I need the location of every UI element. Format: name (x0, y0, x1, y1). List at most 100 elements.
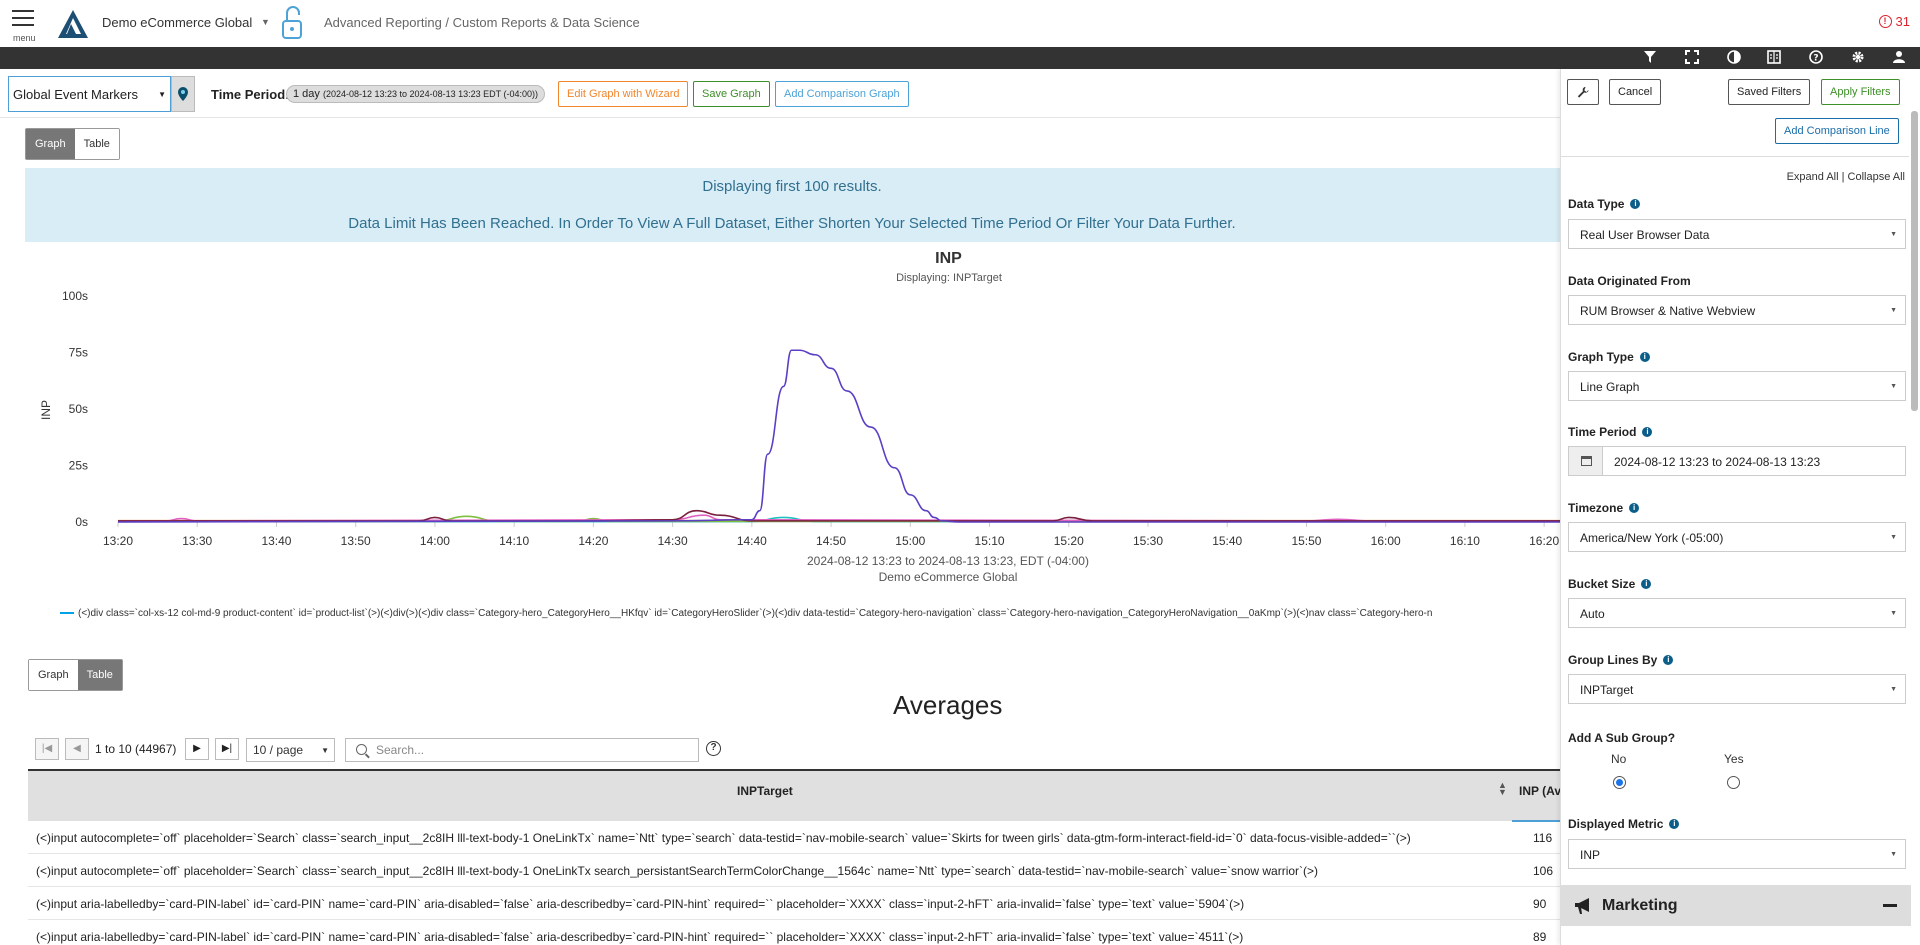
help-icon[interactable]: ? (1808, 50, 1824, 66)
displayed-metric-select[interactable]: INP ▼ (1568, 839, 1906, 869)
timezone-value: America/New York (-05:00) (1580, 531, 1724, 545)
bucket-size-select[interactable]: Auto ▼ (1568, 598, 1906, 628)
x-tick-label: 15:50 (1291, 534, 1321, 548)
gear-icon[interactable] (1850, 50, 1866, 66)
subgroup-yes-radio[interactable] (1727, 776, 1740, 789)
time-period-badge[interactable]: 1 day (2024-08-12 13:23 to 2024-08-13 13… (286, 85, 545, 103)
group-lines-select[interactable]: INPTarget ▼ (1568, 674, 1906, 704)
y-tick-label: 0s (75, 515, 88, 529)
time-period-value: 2024-08-12 13:23 to 2024-08-13 13:23 (1614, 455, 1821, 469)
calendar-icon[interactable] (1568, 446, 1603, 476)
time-period-input[interactable]: 2024-08-12 13:23 to 2024-08-13 13:23 (1602, 446, 1906, 476)
legend-swatch (60, 612, 74, 615)
subgroup-no-radio[interactable] (1613, 776, 1626, 789)
unlock-icon[interactable] (280, 4, 304, 40)
menu-icon[interactable] (12, 10, 34, 31)
time-period-label-text: Time Period (1568, 425, 1637, 439)
prev-page-button[interactable]: ◀ (65, 738, 89, 760)
event-marker-pin-button[interactable] (171, 76, 195, 112)
saved-filters-button[interactable]: Saved Filters (1728, 79, 1811, 105)
user-icon[interactable] (1891, 50, 1907, 66)
caret-down-icon: ▼ (1890, 851, 1897, 858)
caret-down-icon: ▼ (1890, 383, 1897, 390)
info-icon[interactable]: i (1642, 427, 1653, 437)
contrast-icon[interactable] (1726, 50, 1742, 66)
top-header: menu Demo eCommerce Global ▼ Advanced Re… (0, 0, 1920, 47)
x-tick-label: 13:30 (182, 534, 212, 548)
displayed-metric-label-text: Displayed Metric (1568, 817, 1664, 831)
alert-icon: ! (1878, 15, 1892, 28)
org-selector[interactable]: Demo eCommerce Global (102, 15, 252, 30)
filter-icon[interactable] (1642, 50, 1658, 66)
column-header-inp[interactable]: INP (Av (1519, 784, 1561, 798)
cell-target: (<)input aria-labelledby=`card-PIN-label… (36, 930, 1244, 944)
table-row[interactable]: (<)input autocomplete=`off` placeholder=… (28, 854, 1560, 887)
bucket-size-value: Auto (1580, 607, 1605, 621)
info-icon[interactable]: i (1639, 352, 1650, 362)
cancel-button[interactable]: Cancel (1609, 79, 1662, 105)
save-graph-button[interactable]: Save Graph (693, 81, 770, 107)
origin-select[interactable]: RUM Browser & Native Webview ▼ (1568, 295, 1906, 325)
cell-inp: 89 (1533, 930, 1547, 944)
line-chart[interactable]: 100s 75s 50s 25s 0s INP 13:20 13:30 13:40 13:50 14… (0, 282, 1560, 602)
filter-panel: Cancel Saved Filters Apply Filters Add C… (1560, 69, 1920, 945)
info-icon[interactable]: i (1663, 655, 1674, 665)
timezone-label: Timezone i (1568, 501, 1640, 515)
wrench-icon[interactable] (1567, 79, 1599, 105)
sort-icon[interactable]: ▲ ▼ (1498, 781, 1507, 797)
y-tick-label: 50s (69, 402, 88, 416)
info-icon[interactable]: i (1641, 579, 1652, 589)
next-page-button[interactable]: ▶ (185, 738, 209, 760)
page-size-select[interactable]: 10 / page ▼ (246, 738, 335, 762)
info-icon[interactable]: i (1630, 199, 1641, 209)
x-tick-label: 15:10 (975, 534, 1005, 548)
origin-label: Data Originated From (1568, 274, 1691, 288)
timezone-select[interactable]: America/New York (-05:00) ▼ (1568, 522, 1906, 552)
alerts-indicator[interactable]: ! 31 (1878, 14, 1910, 29)
x-tick-label: 16:10 (1450, 534, 1480, 548)
scrollbar[interactable] (1911, 111, 1918, 411)
event-markers-select[interactable]: Global Event Markers ▼ (8, 76, 171, 112)
chevron-down-icon: ▼ (321, 746, 329, 755)
table-row[interactable]: (<)input aria-labelledby=`card-PIN-label… (28, 920, 1560, 945)
notice-line-1: Displaying first 100 results. (702, 178, 882, 195)
last-page-button[interactable]: ▶| (215, 738, 239, 760)
table-row[interactable]: (<)input autocomplete=`off` placeholder=… (28, 821, 1560, 854)
tab-graph[interactable]: Graph (29, 660, 78, 690)
notice-line-2: Data Limit Has Been Reached. In Order To… (348, 215, 1236, 232)
megaphone-icon (1575, 898, 1589, 914)
tab-table[interactable]: Table (77, 660, 122, 690)
data-type-select[interactable]: Real User Browser Data ▼ (1568, 219, 1906, 249)
column-header-inptarget[interactable]: INPTarget (737, 784, 793, 798)
search-input[interactable]: Search... (345, 738, 699, 762)
marketing-section-header[interactable]: Marketing (1561, 885, 1911, 926)
info-icon[interactable]: i (1629, 503, 1640, 513)
bucket-size-label: Bucket Size i (1568, 577, 1652, 591)
collapse-icon[interactable] (1883, 904, 1897, 907)
add-comparison-graph-button[interactable]: Add Comparison Graph (775, 81, 909, 107)
table-row[interactable]: (<)input aria-labelledby=`card-PIN-label… (28, 887, 1560, 920)
data-type-label-text: Data Type (1568, 197, 1625, 211)
x-axis-sublabel: Demo eCommerce Global (879, 570, 1018, 584)
info-icon[interactable]: i (1669, 819, 1680, 829)
table-heading: Averages (893, 690, 1003, 720)
add-comparison-line-button[interactable]: Add Comparison Line (1775, 118, 1899, 144)
graph-type-select[interactable]: Line Graph ▼ (1568, 371, 1906, 401)
x-axis-label: 2024-08-12 13:23 to 2024-08-13 13:23, ED… (807, 554, 1089, 568)
fullscreen-icon[interactable] (1684, 50, 1700, 66)
displayed-metric-label: Displayed Metric i (1568, 817, 1680, 831)
help-icon[interactable]: ? (706, 741, 721, 756)
toolbar-dark: ? (0, 47, 1920, 69)
tab-table[interactable]: Table (74, 129, 119, 159)
chart-legend[interactable]: (<)div class=`col-xs-12 col-md-9 product… (60, 608, 1560, 622)
columns-icon[interactable] (1766, 50, 1782, 66)
chevron-down-icon[interactable]: ▼ (261, 17, 270, 27)
expand-collapse-links[interactable]: Expand All | Collapse All (1787, 171, 1905, 183)
first-page-button[interactable]: |◀ (35, 738, 59, 760)
graph-type-label: Graph Type i (1568, 350, 1650, 364)
tab-graph[interactable]: Graph (26, 129, 75, 159)
pager-range: 1 to 10 (44967) (95, 742, 177, 756)
edit-graph-wizard-button[interactable]: Edit Graph with Wizard (558, 81, 689, 107)
cell-target: (<)input aria-labelledby=`card-PIN-label… (36, 897, 1245, 911)
apply-filters-button[interactable]: Apply Filters (1821, 79, 1900, 105)
